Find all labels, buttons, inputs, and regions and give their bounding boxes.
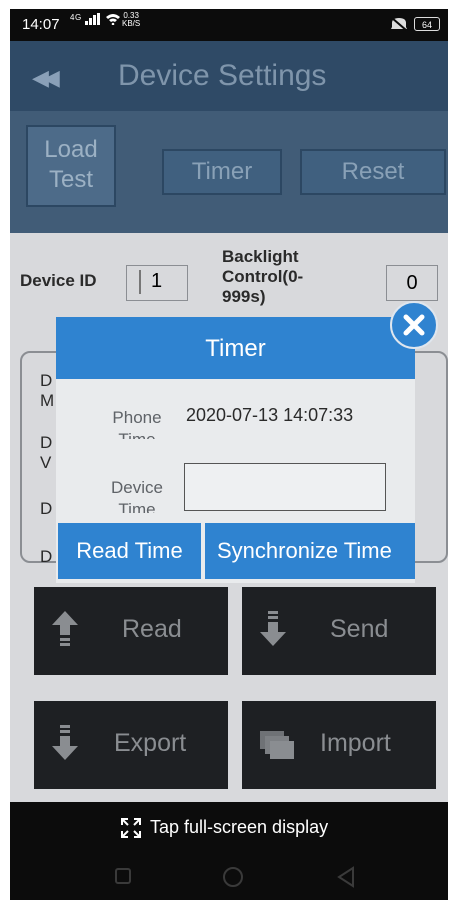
export-icon (52, 725, 78, 760)
tab-timer[interactable]: Timer (162, 149, 282, 195)
page-title: Device Settings (118, 59, 327, 92)
backlight-label: Backlight Control(0-999s) (222, 247, 304, 306)
panel-label: D V (40, 433, 53, 472)
export-label: Export (114, 729, 187, 757)
close-icon (403, 314, 425, 336)
silent-icon (391, 17, 407, 31)
battery-indicator: 64 (414, 17, 440, 31)
tab-reset[interactable]: Reset (300, 149, 446, 195)
panel-label: D (40, 499, 53, 518)
timer-dialog: Timer Phone Time 2020-07-13 14:07:33 Dev… (56, 317, 415, 583)
fullscreen-bar[interactable]: Tap full-screen display (10, 802, 448, 854)
arrow-down-icon (260, 611, 286, 646)
network-label: 4G (70, 13, 82, 22)
send-button[interactable]: Send (242, 587, 436, 675)
device-id-value: 1 (151, 270, 163, 292)
import-button[interactable]: Import (242, 701, 436, 789)
synchronize-time-button[interactable]: Synchronize Time (205, 523, 415, 579)
close-dialog-button[interactable] (390, 301, 438, 349)
phone-time-label: Phone Time (112, 408, 162, 439)
back-icon[interactable]: ◀◀ (32, 65, 60, 91)
read-label: Read (122, 615, 182, 643)
read-button[interactable]: Read (34, 587, 228, 675)
read-time-button[interactable]: Read Time (58, 523, 201, 579)
fullscreen-label: Tap full-screen display (150, 817, 329, 837)
import-icon (260, 731, 294, 759)
arrow-up-icon (52, 611, 78, 646)
text-cursor (139, 270, 141, 294)
status-time: 14:07 (22, 16, 60, 33)
send-label: Send (330, 615, 389, 643)
wifi-icon (105, 14, 120, 26)
network-speed: 0.33 KB/S (122, 11, 141, 28)
dialog-title: Timer (56, 317, 415, 379)
panel-label: D (40, 547, 53, 566)
device-id-field[interactable]: 1 (126, 265, 188, 301)
tab-bar: Load Test Timer Reset (10, 111, 448, 233)
export-button[interactable]: Export (34, 701, 228, 789)
system-nav-bar (10, 854, 448, 900)
recents-icon[interactable] (114, 867, 132, 885)
import-label: Import (320, 729, 391, 757)
device-time-field[interactable] (184, 463, 386, 511)
device-time-label: Device Time (111, 478, 163, 513)
home-icon[interactable] (222, 866, 244, 888)
phone-time-value: 2020-07-13 14:07:33 (186, 405, 354, 425)
backlight-field[interactable]: 0 (386, 265, 438, 301)
app-screen: 14:07 4G 0.33 KB/S 64 ◀◀ Device Settings… (10, 9, 448, 900)
app-header: ◀◀ Device Settings (10, 41, 448, 111)
back-nav-icon[interactable] (336, 866, 356, 888)
status-bar: 14:07 4G 0.33 KB/S 64 (10, 9, 448, 41)
signal-icon: 4G (70, 13, 121, 27)
tab-load-test[interactable]: Load Test (26, 125, 116, 207)
device-id-label: Device ID (20, 271, 97, 290)
fullscreen-icon (121, 818, 141, 838)
panel-label: D M (40, 371, 55, 410)
